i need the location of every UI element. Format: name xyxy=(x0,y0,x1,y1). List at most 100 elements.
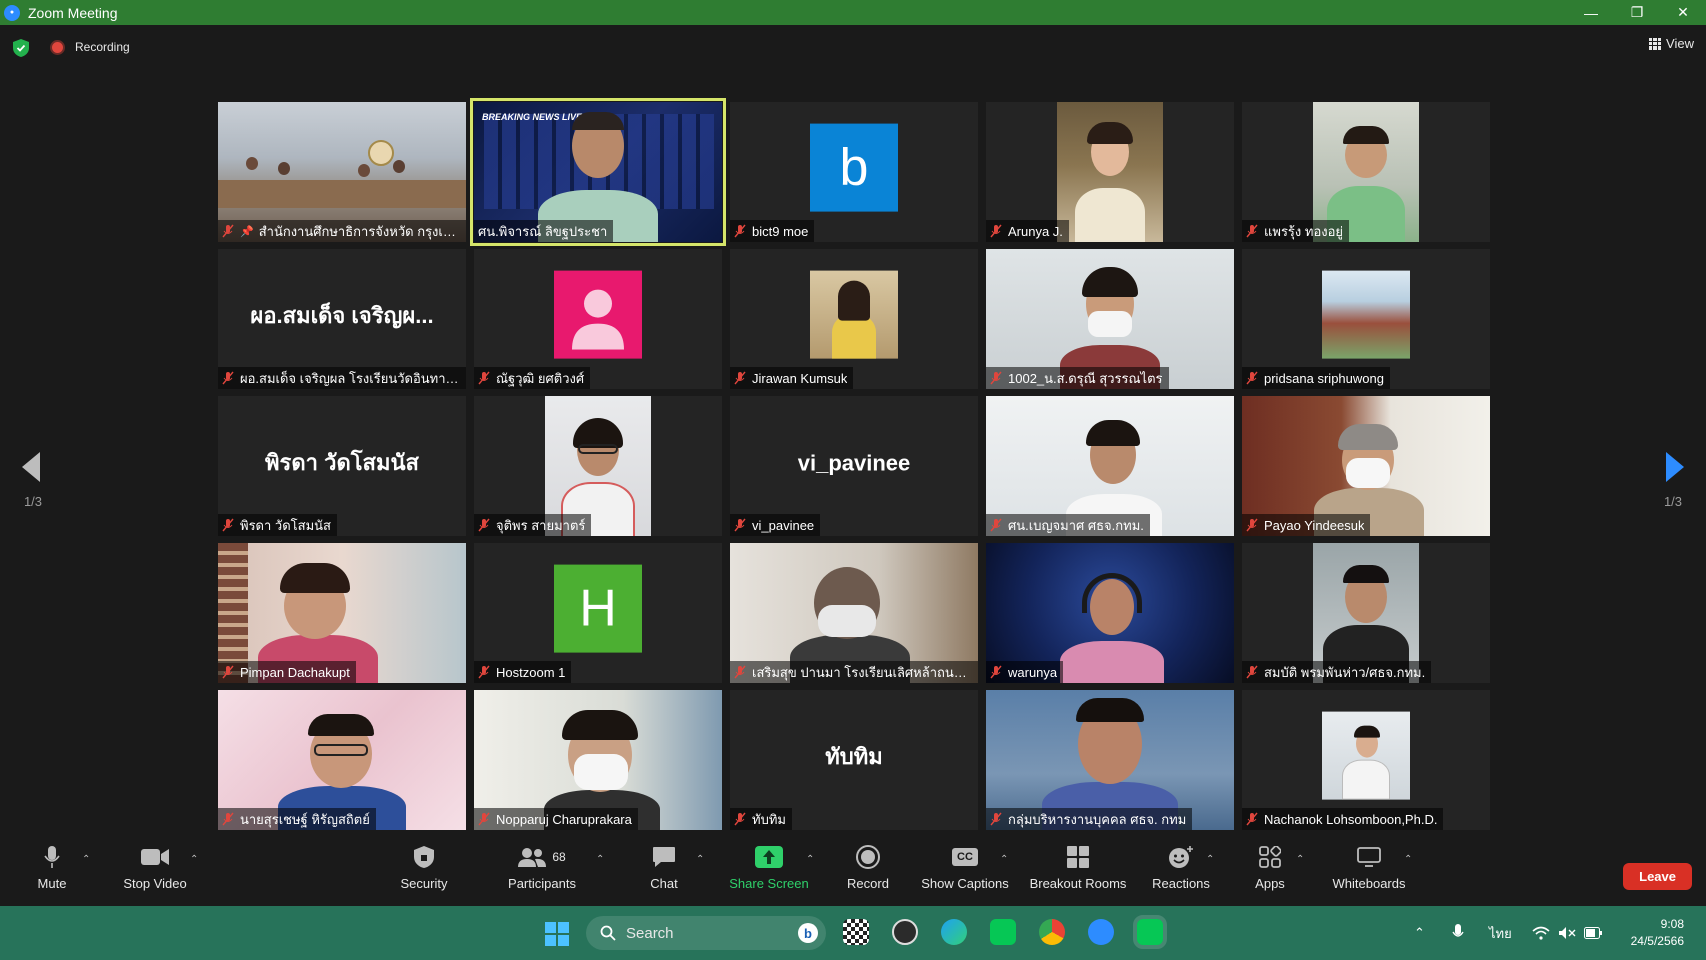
participant-tile[interactable]: ทับทิม ทับทิม xyxy=(730,690,978,830)
share-screen-button[interactable]: Share Screen xyxy=(728,840,810,906)
whiteboard-icon xyxy=(1357,847,1381,867)
mute-options-caret-icon[interactable]: ⌃ xyxy=(82,854,90,865)
participants-label: Participants xyxy=(508,876,576,891)
encryption-shield-icon[interactable] xyxy=(13,39,29,57)
whiteboards-options-caret-icon[interactable]: ⌃ xyxy=(1404,854,1412,865)
breakout-rooms-icon xyxy=(1067,846,1089,868)
participant-name: จุติพร สายมาตร์ xyxy=(496,517,586,533)
tray-overflow-caret-icon[interactable]: ⌃ xyxy=(1414,906,1425,960)
muted-mic-icon xyxy=(222,371,234,385)
wifi-icon[interactable] xyxy=(1532,906,1550,960)
line-app-icon[interactable] xyxy=(990,919,1016,945)
record-button[interactable]: Record xyxy=(844,840,892,906)
reactions-button[interactable]: Reactions xyxy=(1150,840,1212,906)
participant-name: bict9 moe xyxy=(752,223,809,239)
line-active-app-icon[interactable] xyxy=(1133,915,1167,949)
participant-tile[interactable]: 📌 สำนักงานศึกษาธิการจังหวัด กรุงเทพ... xyxy=(218,102,466,242)
previous-page-arrow-icon[interactable] xyxy=(22,452,40,482)
participant-name-bar: นายสุรเชษฐ์ หิรัญสถิตย์ xyxy=(218,808,376,830)
participant-name: นายสุรเชษฐ์ หิรัญสถิตย์ xyxy=(240,811,370,827)
participants-options-caret-icon[interactable]: ⌃ xyxy=(596,854,604,865)
participant-name: ณัฐวุฒิ ยศติวงศ์ xyxy=(496,370,585,386)
participant-name-bar: Jirawan Kumsuk xyxy=(730,367,854,389)
participant-tile[interactable]: แพรรุ้ง ทองอยู่ xyxy=(1242,102,1490,242)
participant-tile[interactable]: Jirawan Kumsuk xyxy=(730,249,978,389)
participant-tile[interactable]: H Hostzoom 1 xyxy=(474,543,722,683)
participant-tile[interactable]: vi_pavinee vi_pavinee xyxy=(730,396,978,536)
whiteboards-label: Whiteboards xyxy=(1332,876,1406,891)
profile-photo xyxy=(810,270,898,359)
edge-browser-icon[interactable] xyxy=(941,919,967,945)
video-options-caret-icon[interactable]: ⌃ xyxy=(190,854,198,865)
participant-tile[interactable]: Payao Yindeesuk xyxy=(1242,396,1490,536)
record-icon xyxy=(856,845,880,869)
mute-button[interactable]: Mute xyxy=(30,840,74,906)
participant-tile[interactable]: จุติพร สายมาตร์ xyxy=(474,396,722,536)
minimize-button[interactable]: — xyxy=(1568,0,1614,25)
mute-label: Mute xyxy=(37,876,67,891)
volume-muted-icon[interactable] xyxy=(1558,906,1576,960)
security-button[interactable]: Security xyxy=(398,840,450,906)
leave-button[interactable]: Leave xyxy=(1623,863,1692,890)
taskbar-clock[interactable]: 9:08 24/5/2566 xyxy=(1631,916,1684,950)
next-page-arrow-icon[interactable] xyxy=(1666,452,1684,482)
tray-microphone-icon[interactable] xyxy=(1452,906,1464,960)
battery-icon[interactable] xyxy=(1584,906,1602,960)
view-button[interactable]: View xyxy=(1649,36,1694,51)
video-camera-icon xyxy=(141,849,169,865)
chat-options-caret-icon[interactable]: ⌃ xyxy=(696,854,704,865)
participant-tile[interactable]: สมบัติ พรมพันห่าว/ศธจ.กทม. xyxy=(1242,543,1490,683)
participant-tile[interactable]: Nopparuj Charuprakara xyxy=(474,690,722,830)
close-button[interactable]: ✕ xyxy=(1660,0,1706,25)
participant-name: Nachanok Lohsomboon,Ph.D. xyxy=(1264,811,1438,827)
participant-tile[interactable]: ณัฐวุฒิ ยศติวงศ์ xyxy=(474,249,722,389)
breakout-rooms-button[interactable]: Breakout Rooms xyxy=(1028,840,1128,906)
show-captions-button[interactable]: CC Show Captions xyxy=(920,840,1010,906)
participant-tile-active-speaker[interactable]: BREAKING NEWS LIVE ศน.พิจารณ์ ลิขฐประชา xyxy=(470,98,726,246)
zoom-taskbar-icon[interactable] xyxy=(1088,919,1114,945)
participant-tile[interactable]: Nachanok Lohsomboon,Ph.D. xyxy=(1242,690,1490,830)
participant-tile[interactable]: Pimpan Dachakupt xyxy=(218,543,466,683)
muted-mic-icon xyxy=(734,224,746,238)
windows-start-icon[interactable] xyxy=(545,922,569,946)
participant-name-bar: กลุ่มบริหารงานบุคคล ศธจ. กทม xyxy=(986,808,1193,830)
participant-avatar: H xyxy=(554,564,642,653)
apps-button[interactable]: Apps xyxy=(1252,840,1288,906)
restore-button[interactable]: ❐ xyxy=(1614,0,1660,25)
participant-tile[interactable]: กลุ่มบริหารงานบุคคล ศธจ. กทม xyxy=(986,690,1234,830)
participant-tile[interactable]: pridsana sriphuwong xyxy=(1242,249,1490,389)
participants-button[interactable]: 68 Participants xyxy=(504,840,580,906)
apps-options-caret-icon[interactable]: ⌃ xyxy=(1296,854,1304,865)
obs-app-icon[interactable] xyxy=(892,919,918,945)
captions-options-caret-icon[interactable]: ⌃ xyxy=(1000,854,1008,865)
share-options-caret-icon[interactable]: ⌃ xyxy=(806,854,814,865)
participant-tile[interactable]: ผอ.สมเด็จ เจริญผ... ผอ.สมเด็จ เจริญผล โร… xyxy=(218,249,466,389)
input-language[interactable]: ไทย xyxy=(1489,906,1512,960)
participant-tile[interactable]: b bict9 moe xyxy=(730,102,978,242)
share-screen-label: Share Screen xyxy=(729,876,809,891)
participant-tile[interactable]: นายสุรเชษฐ์ หิรัญสถิตย์ xyxy=(218,690,466,830)
chat-button[interactable]: Chat xyxy=(648,840,680,906)
qr-scanner-app-icon[interactable] xyxy=(843,919,869,945)
whiteboards-button[interactable]: Whiteboards xyxy=(1328,840,1410,906)
participant-tile[interactable]: Arunya J. xyxy=(986,102,1234,242)
participant-tile[interactable]: พิรดา วัดโสมนัส พิรดา วัดโสมนัส xyxy=(218,396,466,536)
participant-tile[interactable]: ศน.เบญจมาศ ศธจ.กทม. xyxy=(986,396,1234,536)
participant-tile[interactable]: 1002_น.ส.ดรุณี สุวรรณไตร xyxy=(986,249,1234,389)
zoom-app-icon: ● xyxy=(4,4,20,21)
participant-tile[interactable]: warunya xyxy=(986,543,1234,683)
participant-display-name: พิรดา วัดโสมนัส xyxy=(265,450,419,475)
chrome-browser-icon[interactable] xyxy=(1039,919,1065,945)
participant-name: Nopparuj Charuprakara xyxy=(496,811,632,827)
muted-mic-icon xyxy=(478,812,490,826)
reactions-options-caret-icon[interactable]: ⌃ xyxy=(1206,854,1214,865)
participant-name: Pimpan Dachakupt xyxy=(240,664,350,680)
stop-video-button[interactable]: Stop Video xyxy=(120,840,190,906)
taskbar-search-box[interactable]: Search b xyxy=(586,916,826,950)
recording-icon[interactable] xyxy=(50,40,65,55)
participant-name-bar: แพรรุ้ง ทองอยู่ xyxy=(1242,220,1350,242)
participant-name-bar: Arunya J. xyxy=(986,220,1069,242)
title-bar: ● Zoom Meeting — ❐ ✕ xyxy=(0,0,1706,25)
participant-name-bar: vi_pavinee xyxy=(730,514,821,536)
participant-tile[interactable]: เสริมสุข ปานมา โรงเรียนเลิศหล้าถนนก... xyxy=(730,543,978,683)
